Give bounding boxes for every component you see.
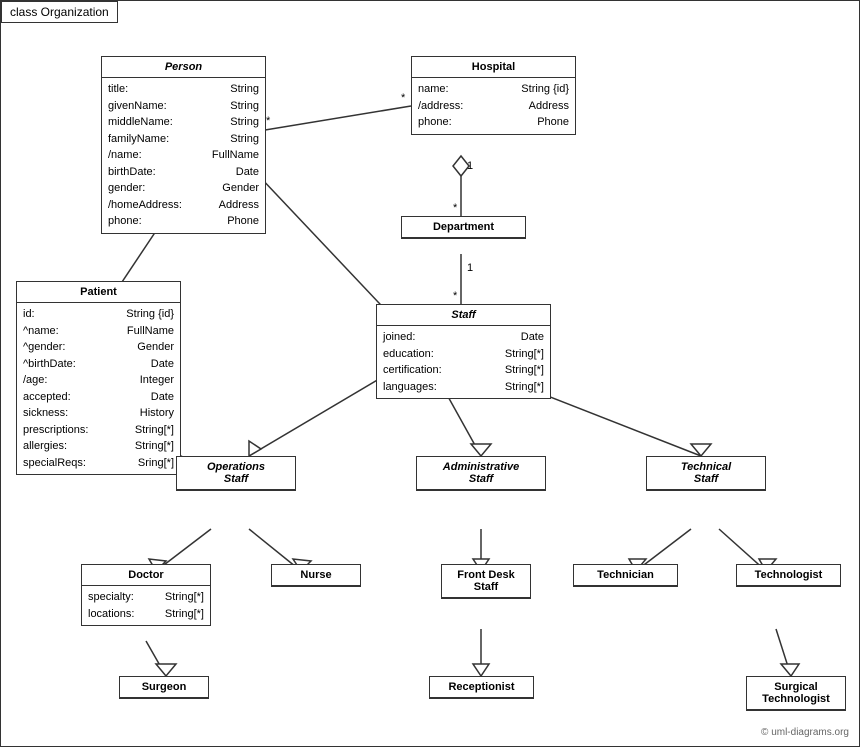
front-desk-staff-name: Front DeskStaff	[442, 565, 530, 598]
svg-text:*: *	[453, 202, 458, 214]
technologist-name: Technologist	[737, 565, 840, 586]
patient-class: Patient id:String {id} ^name:FullName ^g…	[16, 281, 181, 475]
department-class: Department	[401, 216, 526, 239]
person-attrs: title:String givenName:String middleName…	[102, 78, 265, 233]
front-desk-staff-class: Front DeskStaff	[441, 564, 531, 599]
technical-staff-name: TechnicalStaff	[647, 457, 765, 490]
surgical-technologist-class: SurgicalTechnologist	[746, 676, 846, 711]
doctor-class: Doctor specialty:String[*] locations:Str…	[81, 564, 211, 626]
doctor-name: Doctor	[82, 565, 210, 586]
svg-text:1: 1	[467, 262, 473, 274]
operations-staff-class: OperationsStaff	[176, 456, 296, 491]
staff-class: Staff joined:Date education:String[*] ce…	[376, 304, 551, 399]
staff-attrs: joined:Date education:String[*] certific…	[377, 326, 550, 398]
administrative-staff-name: AdministrativeStaff	[417, 457, 545, 490]
surgeon-class: Surgeon	[119, 676, 209, 699]
svg-text:*: *	[453, 290, 458, 302]
operations-staff-name: OperationsStaff	[177, 457, 295, 490]
hospital-class: Hospital name:String {id} /address:Addre…	[411, 56, 576, 135]
person-name: Person	[102, 57, 265, 78]
surgeon-name: Surgeon	[120, 677, 208, 698]
technician-class: Technician	[573, 564, 678, 587]
patient-name: Patient	[17, 282, 180, 303]
receptionist-class: Receptionist	[429, 676, 534, 699]
surgical-technologist-name: SurgicalTechnologist	[747, 677, 845, 710]
svg-text:1: 1	[467, 160, 473, 172]
diagram-container: class Organization * * 1 * 1 * * *	[0, 0, 860, 747]
receptionist-name: Receptionist	[430, 677, 533, 698]
svg-text:*: *	[266, 115, 271, 127]
technologist-class: Technologist	[736, 564, 841, 587]
person-class: Person title:String givenName:String mid…	[101, 56, 266, 234]
hospital-attrs: name:String {id} /address:Address phone:…	[412, 78, 575, 134]
nurse-class: Nurse	[271, 564, 361, 587]
doctor-attrs: specialty:String[*] locations:String[*]	[82, 586, 210, 625]
copyright-text: © uml-diagrams.org	[761, 727, 849, 738]
diagram-title: class Organization	[1, 1, 118, 23]
technician-name: Technician	[574, 565, 677, 586]
administrative-staff-class: AdministrativeStaff	[416, 456, 546, 491]
department-name: Department	[402, 217, 525, 238]
patient-attrs: id:String {id} ^name:FullName ^gender:Ge…	[17, 303, 180, 474]
svg-text:*: *	[401, 92, 406, 104]
technical-staff-class: TechnicalStaff	[646, 456, 766, 491]
nurse-name: Nurse	[272, 565, 360, 586]
hospital-name: Hospital	[412, 57, 575, 78]
staff-name: Staff	[377, 305, 550, 326]
